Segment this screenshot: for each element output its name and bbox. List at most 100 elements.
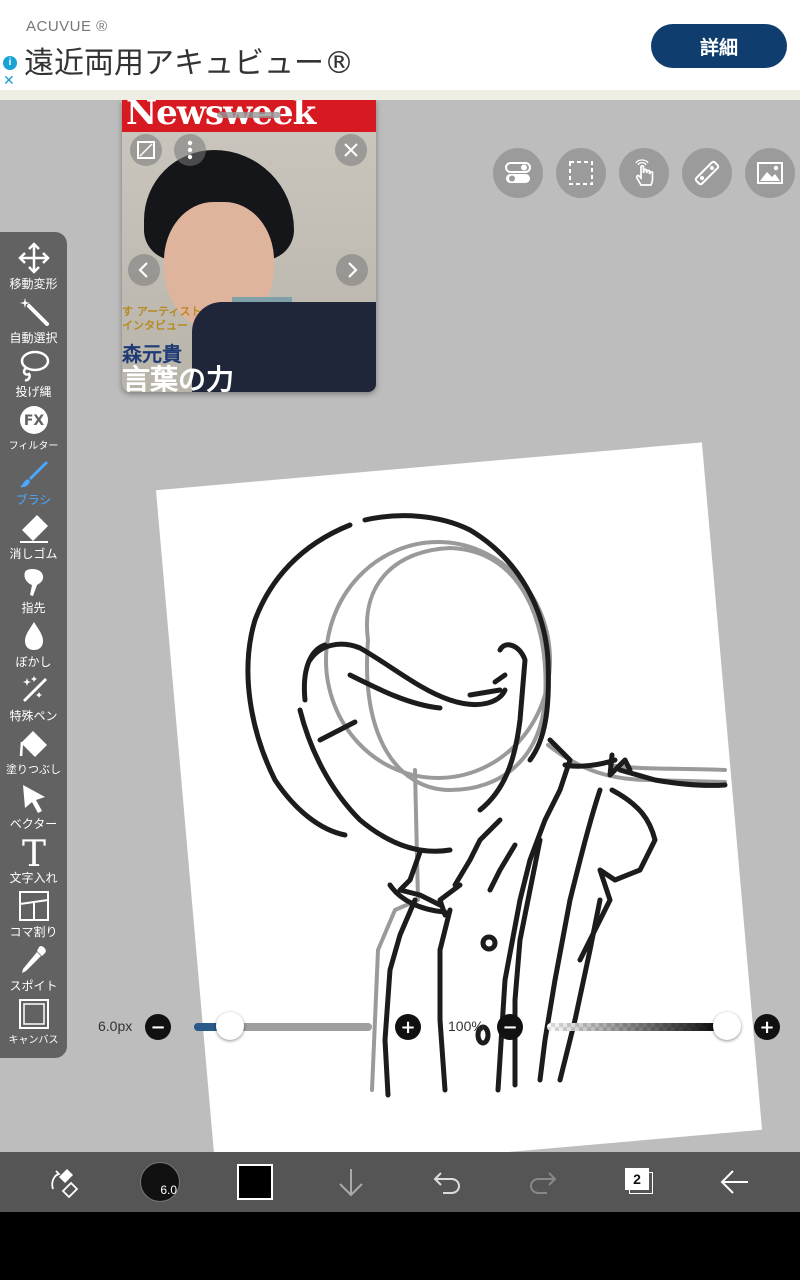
- more-vertical-icon: [187, 140, 193, 160]
- text-icon: T: [21, 836, 45, 868]
- reference-prev-button[interactable]: [128, 254, 160, 286]
- tool-label: 塗りつぶし: [5, 763, 62, 776]
- blur-icon: [24, 622, 43, 650]
- opacity-minus-button[interactable]: −: [497, 1014, 523, 1040]
- ad-details-button[interactable]: 詳細: [651, 24, 787, 68]
- layers-count: 2: [625, 1168, 649, 1190]
- tool-palette: 移動変形 自動選択 投げ縄 FX フィルター ブラシ 消しゴム 指先 ぼかし 特…: [0, 232, 67, 1058]
- magic-wand-icon: [19, 298, 49, 326]
- brush-icon: [19, 461, 48, 488]
- ad-banner[interactable]: ACUVUE ® 遠近両用アキュビュー® 詳細 i ✕: [0, 0, 800, 92]
- fx-icon-text: FX: [23, 413, 44, 429]
- undo-icon: [433, 1172, 461, 1194]
- tool-text[interactable]: T 文字入れ: [0, 836, 67, 890]
- tool-label: ベクター: [9, 817, 58, 831]
- selection-button[interactable]: [556, 148, 606, 198]
- layers-icon: 2: [623, 1166, 655, 1198]
- tool-lasso[interactable]: 投げ縄: [0, 350, 67, 404]
- swap-tool-button[interactable]: [34, 1152, 94, 1212]
- tool-blur[interactable]: ぼかし: [0, 620, 67, 674]
- redo-icon: [529, 1172, 557, 1194]
- tool-filter[interactable]: FX フィルター: [0, 404, 67, 458]
- tool-eraser[interactable]: 消しゴム: [0, 512, 67, 566]
- opacity-slider[interactable]: [547, 1023, 727, 1031]
- toggle-icon: [505, 162, 531, 183]
- arrow-down-icon: [339, 1169, 363, 1197]
- brush-size-knob[interactable]: [215, 1012, 244, 1040]
- redo-button[interactable]: [514, 1152, 572, 1212]
- panel-icon: [18, 891, 49, 921]
- selection-icon: [569, 161, 593, 185]
- reference-menu-button[interactable]: [174, 134, 206, 166]
- image-icon: [757, 162, 783, 184]
- ad-brand: ACUVUE ®: [26, 18, 108, 35]
- eraser-icon: [19, 515, 48, 543]
- tool-canvas[interactable]: キャンバス: [0, 998, 67, 1052]
- tool-eyedropper[interactable]: スポイト: [0, 944, 67, 998]
- brush-size-plus-button[interactable]: +: [395, 1014, 421, 1040]
- tool-panel[interactable]: コマ割り: [0, 890, 67, 944]
- chevron-right-icon: [348, 262, 358, 278]
- reference-big-text: 言葉の力: [122, 363, 235, 392]
- tool-label: 文字入れ: [9, 871, 58, 885]
- tool-label: ブラシ: [15, 493, 52, 507]
- tool-move-transform[interactable]: 移動変形: [0, 242, 67, 296]
- ad-info-icon[interactable]: i: [3, 56, 17, 70]
- tool-label: 投げ縄: [15, 385, 52, 399]
- system-nav-area: [0, 1212, 800, 1280]
- tool-brush[interactable]: ブラシ: [0, 458, 67, 512]
- text-icon-glyph: T: [21, 836, 45, 868]
- tool-label: 指先: [21, 601, 46, 615]
- brush-size-indicator[interactable]: 6.0: [138, 1152, 182, 1212]
- brush-size-circle: 6.0: [140, 1162, 180, 1202]
- hand-touch-icon: [635, 159, 654, 186]
- back-button[interactable]: [706, 1152, 764, 1212]
- reference-close-button[interactable]: [335, 134, 367, 166]
- ad-divider: [0, 90, 800, 100]
- move-icon: [17, 242, 50, 274]
- tool-label: 消しゴム: [9, 547, 58, 561]
- tool-label: スポイト: [9, 979, 58, 993]
- reference-next-button[interactable]: [336, 254, 368, 286]
- layers-button[interactable]: 2: [610, 1152, 668, 1212]
- tool-vector[interactable]: ベクター: [0, 782, 67, 836]
- ad-close-icon[interactable]: ✕: [3, 72, 15, 89]
- fx-icon: FX: [19, 406, 48, 434]
- lasso-icon: [20, 350, 49, 382]
- tool-label: ぼかし: [15, 655, 52, 669]
- fit-icon: [137, 141, 155, 159]
- ruler-button[interactable]: [682, 148, 732, 198]
- canvas-workspace[interactable]: Newsweek す アーティスト インタビュー 森元貴 言葉の力 移動変形 自…: [0, 100, 800, 1152]
- ruler-icon: [694, 160, 720, 186]
- toggle-settings-button[interactable]: [493, 148, 543, 198]
- image-button[interactable]: [745, 148, 795, 198]
- brush-size-minus-button[interactable]: −: [145, 1014, 171, 1040]
- opacity-label: 100%: [448, 1018, 484, 1034]
- tool-fill[interactable]: 塗りつぶし: [0, 728, 67, 782]
- arrow-left-icon: [720, 1170, 748, 1194]
- brush-size-label: 6.0px: [98, 1018, 133, 1034]
- tool-label: キャンバス: [8, 1035, 59, 1046]
- download-button[interactable]: [322, 1152, 380, 1212]
- tool-finger[interactable]: 指先: [0, 566, 67, 620]
- reference-drag-handle[interactable]: [217, 112, 281, 118]
- tool-auto-select[interactable]: 自動選択: [0, 296, 67, 350]
- bottom-toolbar: 6.0 2: [0, 1152, 800, 1212]
- gesture-button[interactable]: [619, 148, 669, 198]
- reference-small-text: す アーティスト インタビュー: [122, 305, 202, 332]
- color-picker-button[interactable]: [234, 1152, 276, 1212]
- undo-button[interactable]: [418, 1152, 476, 1212]
- close-icon: [344, 143, 358, 157]
- opacity-plus-button[interactable]: +: [754, 1014, 780, 1040]
- opacity-knob[interactable]: [713, 1012, 741, 1040]
- tool-label: コマ割り: [9, 925, 58, 939]
- canvas-icon: [18, 999, 49, 1029]
- ad-title[interactable]: 遠近両用アキュビュー®: [24, 38, 354, 82]
- tool-special-pen[interactable]: 特殊ペン: [0, 674, 67, 728]
- reference-window[interactable]: Newsweek す アーティスト インタビュー 森元貴 言葉の力: [122, 100, 376, 392]
- special-pen-icon: [22, 676, 47, 702]
- chevron-left-icon: [138, 262, 148, 278]
- reference-fit-button[interactable]: [130, 134, 162, 166]
- tool-label: フィルター: [8, 441, 59, 452]
- fill-icon: [19, 731, 47, 757]
